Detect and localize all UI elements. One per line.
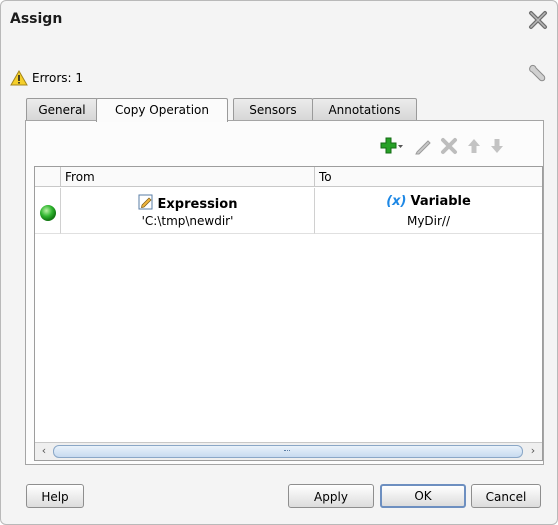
add-icon[interactable] [379, 136, 405, 156]
variable-icon: (x) [386, 194, 407, 209]
cancel-button[interactable]: Cancel [471, 484, 541, 508]
warning-icon [10, 70, 28, 86]
assign-dialog: Assign Errors: 1 General Copy Operation … [0, 0, 558, 525]
from-type-label: Expression [157, 197, 238, 212]
status-column-header [35, 167, 61, 187]
cancel-button-label: Cancel [485, 490, 527, 504]
to-type-label: Variable [410, 194, 471, 209]
tab-annotations[interactable]: Annotations [312, 98, 417, 121]
tab-copy-operation-label: Copy Operation [115, 103, 209, 117]
table-row-status-cell[interactable] [35, 188, 61, 234]
apply-button-label: Apply [314, 490, 348, 504]
help-button[interactable]: Help [26, 484, 84, 508]
scroll-right-icon[interactable]: › [526, 445, 540, 457]
from-type: Expression [61, 194, 314, 212]
move-down-icon[interactable] [487, 136, 507, 156]
to-type: (x) Variable [315, 194, 542, 209]
delete-icon[interactable] [439, 136, 459, 156]
tab-sensors[interactable]: Sensors [233, 98, 313, 121]
edit-pencil-icon[interactable] [413, 136, 433, 156]
move-up-icon[interactable] [464, 136, 484, 156]
from-column-header[interactable]: From [61, 167, 315, 187]
errors-label: Errors: 1 [32, 71, 83, 85]
horizontal-scrollbar[interactable]: ‹ › [35, 442, 542, 460]
copy-rules-table: From To Expression 'C:\tmp\newdir' (x) V… [34, 166, 543, 461]
tab-general[interactable]: General [26, 98, 98, 121]
tab-annotations-label: Annotations [328, 103, 401, 117]
tab-sensors-label: Sensors [249, 103, 297, 117]
expression-icon [138, 194, 153, 210]
wrench-icon[interactable] [526, 63, 548, 85]
to-column-header[interactable]: To [315, 167, 542, 187]
table-row-from-cell[interactable]: Expression 'C:\tmp\newdir' [61, 188, 315, 234]
close-icon[interactable] [527, 9, 549, 31]
scrollbar-grip-icon [284, 450, 290, 454]
tab-general-label: General [38, 103, 86, 117]
ok-button-label: OK [414, 489, 432, 503]
from-value: 'C:\tmp\newdir' [141, 214, 234, 228]
apply-button[interactable]: Apply [288, 484, 374, 508]
copy-operation-panel: From To Expression 'C:\tmp\newdir' (x) V… [25, 120, 544, 465]
scrollbar-thumb[interactable] [53, 445, 523, 458]
dialog-title: Assign [10, 11, 63, 27]
table-row-to-cell[interactable]: (x) Variable MyDir// [315, 188, 542, 234]
scroll-left-icon[interactable]: ‹ [37, 445, 51, 457]
errors-indicator[interactable]: Errors: 1 [10, 69, 83, 87]
help-button-label: Help [41, 490, 69, 504]
to-value: MyDir// [406, 214, 451, 228]
valid-status-icon [40, 205, 56, 221]
ok-button[interactable]: OK [380, 484, 466, 508]
tab-copy-operation[interactable]: Copy Operation [96, 98, 228, 122]
